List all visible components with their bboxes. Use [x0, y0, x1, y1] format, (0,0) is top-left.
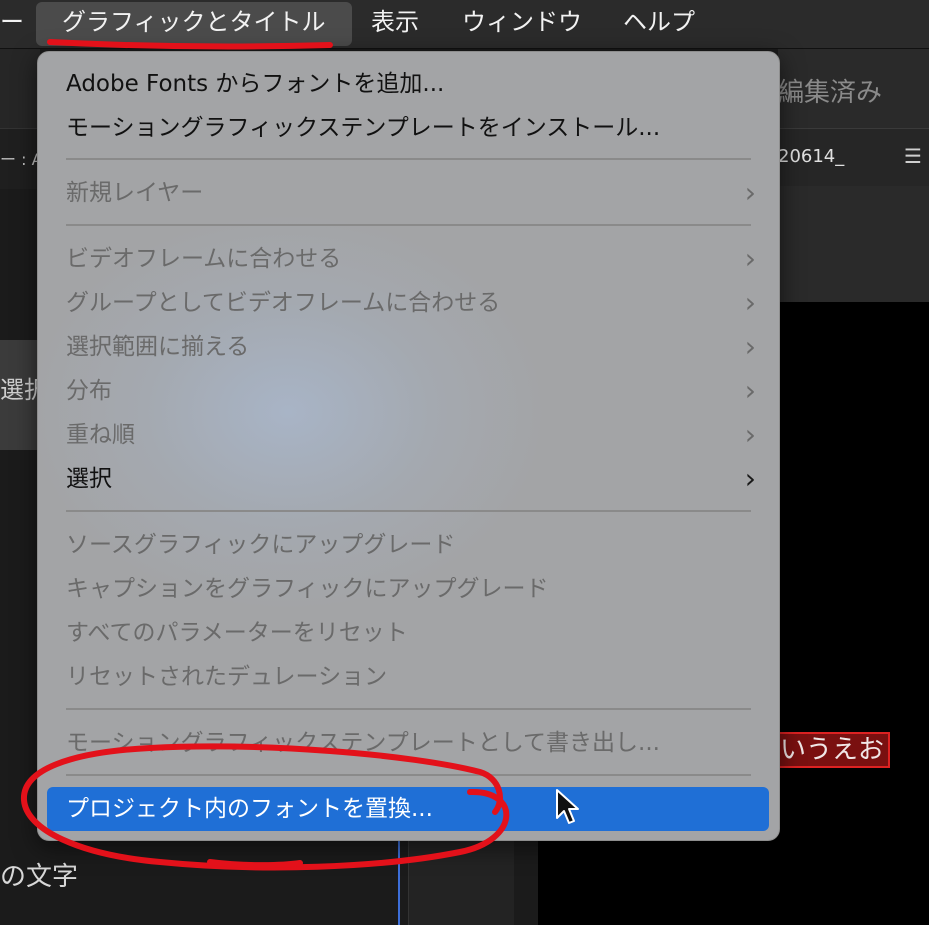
menu-item-fit-group-video-frame[interactable]: グループとしてビデオフレームに合わせる › — [66, 283, 756, 323]
menu-item-upgrade-source-graphic[interactable]: ソースグラフィックにアップグレード — [66, 525, 756, 565]
menu-item-label: ビデオフレームに合わせる — [66, 246, 342, 272]
menu-item-label: モーショングラフィックステンプレートとして書き出し... — [66, 730, 660, 756]
menu-item-label: 重ね順 — [66, 422, 135, 448]
menu-help[interactable]: ヘルプ — [623, 0, 695, 48]
menu-item-fit-video-frame[interactable]: ビデオフレームに合わせる › — [66, 239, 756, 279]
menu-item-arrange[interactable]: 重ね順 › — [66, 415, 756, 455]
menu-item-distribute[interactable]: 分布 › — [66, 371, 756, 411]
hamburger-icon[interactable]: ☰ — [904, 144, 922, 168]
menu-item-label: 選択範囲に揃える — [66, 334, 250, 360]
menu-item-label: プロジェクト内のフォントを置換... — [66, 796, 433, 822]
menu-item-label: 分布 — [66, 378, 112, 404]
left-panel-header — [0, 48, 40, 128]
menu-item-reset-duration[interactable]: リセットされたデュレーション — [66, 657, 756, 697]
menu-item-replace-fonts-in-project[interactable]: プロジェクト内のフォントを置換... — [47, 787, 769, 831]
menu-separator — [66, 708, 751, 710]
graphics-menu-dropdown: Adobe Fonts からフォントを追加... モーショングラフィックステンプ… — [37, 51, 780, 841]
sequence-tab-label[interactable]: 20614_ — [778, 146, 844, 167]
ellipse-tail-annotation — [207, 859, 303, 869]
menu-item-select[interactable]: 選択 › — [66, 459, 756, 499]
chevron-right-icon: › — [744, 374, 756, 407]
menu-separator — [66, 510, 751, 512]
menu-separator — [66, 774, 751, 776]
menu-item-align-selection[interactable]: 選択範囲に揃える › — [66, 327, 756, 367]
menu-item-export-mogrt[interactable]: モーショングラフィックステンプレートとして書き出し... — [66, 723, 756, 763]
chevron-right-icon: › — [744, 242, 756, 275]
chevron-right-icon: › — [744, 418, 756, 451]
timeline-column — [408, 830, 514, 925]
menu-separator — [66, 224, 751, 226]
menu-item-label: 新規レイヤー — [66, 180, 204, 206]
chevron-right-icon: › — [744, 286, 756, 319]
menu-fragment-left[interactable]: ー — [0, 0, 24, 48]
menu-view[interactable]: 表示 — [371, 0, 419, 48]
menu-item-add-adobe-fonts[interactable]: Adobe Fonts からフォントを追加... — [66, 64, 756, 104]
menu-item-label: グループとしてビデオフレームに合わせる — [66, 290, 501, 316]
menu-item-label: Adobe Fonts からフォントを追加... — [66, 71, 445, 97]
mouse-pointer-icon — [556, 789, 579, 824]
menu-item-label: キャプションをグラフィックにアップグレード — [66, 576, 549, 602]
left-panel-bottom-text: の文字 — [0, 862, 79, 892]
menu-bar: ー グラフィックとタイトル 表示 ウィンドウ ヘルプ — [0, 0, 929, 49]
menu-item-label: 選択 — [66, 466, 112, 492]
chevron-right-icon: › — [744, 462, 756, 495]
menu-item-reset-parameters[interactable]: すべてのパラメーターをリセット — [66, 613, 756, 653]
menu-separator — [66, 158, 751, 160]
menu-item-upgrade-caption[interactable]: キャプションをグラフィックにアップグレード — [66, 569, 756, 609]
right-panel-body — [778, 186, 929, 302]
caption-text-box[interactable]: いうえお — [778, 732, 891, 768]
playhead-line[interactable] — [398, 830, 400, 925]
workspace-tab-edited[interactable]: 編集済み — [778, 72, 882, 109]
menu-item-label: モーショングラフィックステンプレートをインストール... — [66, 115, 661, 141]
menu-item-label: ソースグラフィックにアップグレード — [66, 532, 456, 558]
menu-item-label: リセットされたデュレーション — [66, 664, 388, 690]
menu-window[interactable]: ウィンドウ — [462, 0, 582, 48]
menu-item-new-layer[interactable]: 新規レイヤー › — [66, 173, 756, 213]
menu-graphics-and-titles[interactable]: グラフィックとタイトル — [36, 2, 352, 46]
menu-item-install-mogrt[interactable]: モーショングラフィックステンプレートをインストール... — [66, 108, 756, 148]
chevron-right-icon: › — [744, 176, 756, 209]
menu-item-label: すべてのパラメーターをリセット — [66, 620, 408, 646]
chevron-right-icon: › — [744, 330, 756, 363]
